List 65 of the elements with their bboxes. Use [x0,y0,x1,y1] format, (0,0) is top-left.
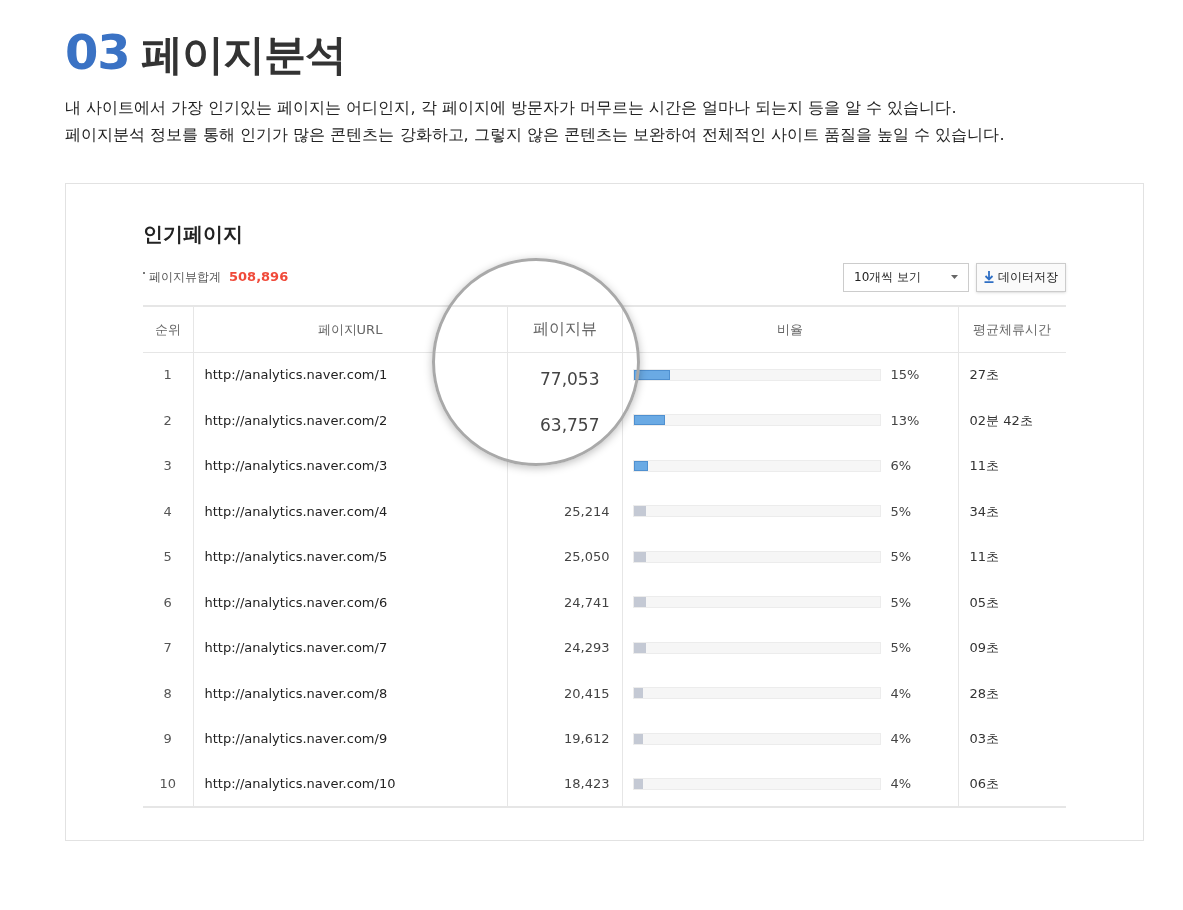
page-views-cell: 24,293 [564,640,610,655]
average-time-cell: 03초 [969,731,1000,746]
panel-title: 인기페이지 [143,221,244,248]
page-views-cell: 63,757 [540,414,600,435]
column-header: 평균체류시간 [973,321,1052,337]
download-icon [984,271,994,283]
rank-cell: 4 [163,503,172,519]
page-views-cell: 77,053 [540,369,600,390]
description-paragraph: 페이지분석 정보를 통해 인기가 많은 콘텐츠는 강화하고, 그렇지 않은 콘텐츠는 보완하여 전체적인 사이트 품질을 높일 수 있습니다. [65,124,1006,146]
ratio-percent: 4% [890,775,912,793]
page-url-cell: http://analytics.naver.com/4 [204,503,388,519]
page-url-cell: http://analytics.naver.com/9 [204,731,388,746]
total-value: 508,896 [229,268,289,287]
page-views-cell: 20,415 [564,685,610,701]
ratio-percent: 4% [890,730,912,748]
rank-cell: 6 [163,594,172,610]
rank-cell: 9 [163,731,172,746]
section-title: 페이지분석 [141,34,347,76]
average-time-cell: 09초 [969,640,1000,655]
rank-cell: 8 [163,685,172,701]
rank-cell: 5 [163,549,172,564]
page-url-cell: http://analytics.naver.com/2 [204,412,388,428]
page-url-cell: http://analytics.naver.com/6 [204,594,388,610]
page-url-cell: http://analytics.naver.com/7 [204,640,388,655]
page-views-cell: 24,741 [564,594,610,610]
page-url-cell: http://analytics.naver.com/10 [204,776,396,791]
ratio-percent: 5% [890,502,912,521]
page-views-cell: 25,050 [564,549,610,564]
page-url-cell: http://analytics.naver.com/1 [204,367,388,383]
rank-cell: 2 [163,412,172,428]
average-time-cell: 05초 [969,594,1000,610]
rank-cell: 1 [163,367,172,383]
page-url-cell: http://analytics.naver.com/3 [204,458,388,473]
save-data-button[interactable]: 데이터저장 [976,262,1066,292]
average-time-cell: 11초 [969,458,1000,473]
column-header: 페이지URL [317,321,383,337]
page-views-cell: 19,612 [564,731,610,746]
ratio-percent: 15% [890,366,920,385]
ratio-percent: 5% [890,639,912,657]
ratio-percent: 4% [890,684,912,703]
description-paragraph: 내 사이트에서 가장 인기있는 페이지는 어디인지, 각 페이지에 방문자가 머무르는 시간은 얼마나 되는지 등을 알 수 있습니다. [65,97,958,119]
ratio-percent: 6% [890,457,912,475]
page-views-cell: 25,214 [564,503,610,519]
average-time-cell: 28초 [969,685,1000,701]
page-url-cell: http://analytics.naver.com/5 [204,549,388,564]
page-url-cell: http://analytics.naver.com/8 [204,685,388,701]
ratio-percent: 5% [890,548,912,566]
average-time-cell: 02분 42초 [969,412,1033,428]
average-time-cell: 11초 [969,549,1000,564]
ratio-percent: 5% [890,593,912,612]
ratio-percent: 13% [890,411,920,430]
page-size-select[interactable]: 10개씩 보기 [843,262,969,292]
rank-cell: 3 [163,458,172,473]
column-header: 페이지뷰 [532,319,597,339]
section-number: 03 [65,28,130,76]
column-header: 비율 [777,321,803,337]
average-time-cell: 27초 [969,367,1000,383]
dropdown-caret-icon [951,275,958,279]
average-time-cell: 34초 [969,503,1000,519]
page-views-cell: 18,423 [564,776,610,791]
rank-cell: 7 [163,640,172,655]
column-header: 순위 [154,321,181,337]
average-time-cell: 06초 [969,776,1000,791]
rank-cell: 10 [159,776,176,791]
total-label: 페이지뷰합계 [149,269,221,286]
